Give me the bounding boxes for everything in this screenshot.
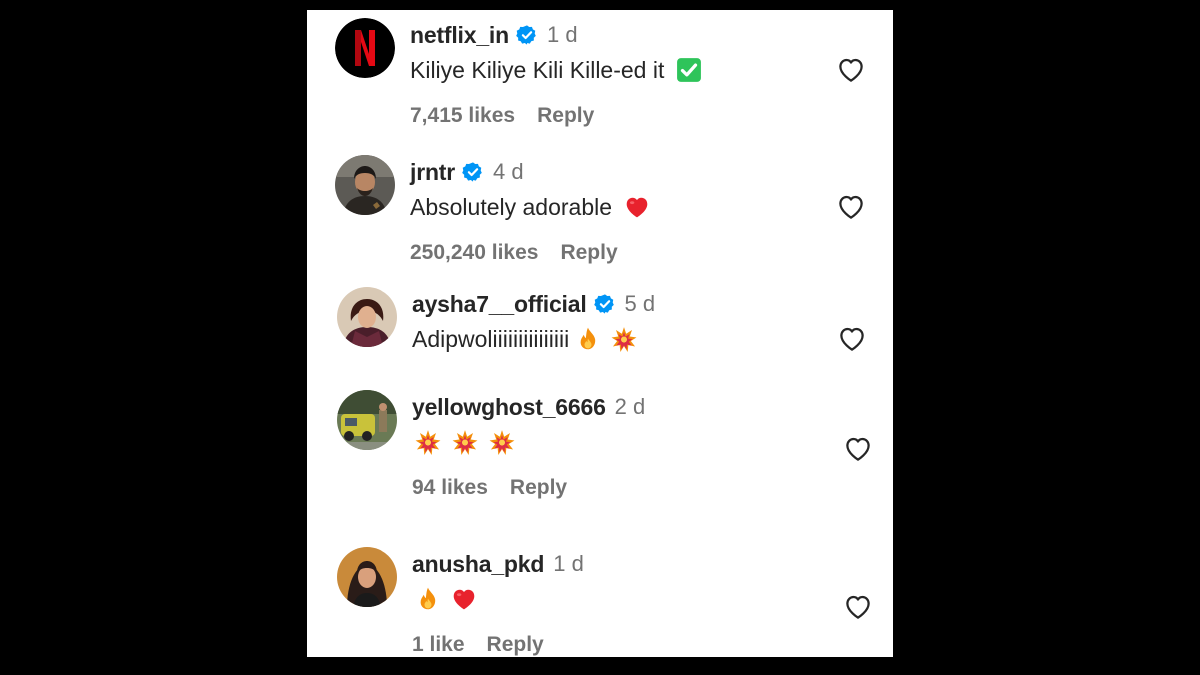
timestamp[interactable]: 2 d (615, 394, 646, 420)
profile-photo-icon (337, 287, 397, 347)
username[interactable]: aysha7__official (412, 291, 587, 318)
comment-header: yellowghost_6666 2 d (412, 393, 645, 421)
likes-count[interactable]: 250,240 likes (410, 241, 538, 265)
comment-meta: 7,415 likes Reply (410, 104, 594, 128)
reply-button[interactable]: Reply (510, 476, 567, 500)
like-heart-icon[interactable] (836, 192, 866, 222)
verified-badge-icon (594, 293, 616, 315)
reply-button[interactable]: Reply (560, 241, 617, 265)
username[interactable]: netflix_in (410, 22, 509, 49)
verified-badge-icon (516, 24, 538, 46)
avatar[interactable] (335, 155, 395, 215)
comment-header: netflix_in 1 d (410, 21, 578, 49)
comment-text-row: Adipwoliiiiiiiiiiiiiii (412, 323, 637, 355)
check-mark-emoji-icon (676, 57, 702, 83)
red-heart-emoji-icon (451, 586, 477, 612)
username[interactable]: anusha_pkd (412, 551, 544, 578)
like-heart-icon[interactable] (836, 55, 866, 85)
like-heart-icon[interactable] (837, 324, 867, 354)
like-heart-icon[interactable] (843, 434, 873, 464)
comment-text: Adipwoliiiiiiiiiiiiiii (412, 325, 570, 352)
username[interactable]: jrntr (410, 159, 455, 186)
timestamp[interactable]: 1 d (547, 22, 578, 48)
comment-text: Kiliye Kiliye Kili Kille-ed it (410, 56, 665, 83)
profile-photo-icon (335, 155, 395, 215)
timestamp[interactable]: 5 d (625, 291, 656, 317)
comment-meta: 94 likes Reply (412, 476, 567, 500)
comment-meta: 1 like Reply (412, 633, 544, 657)
likes-count[interactable]: 1 like (412, 633, 465, 657)
comment-header: anusha_pkd 1 d (412, 550, 584, 578)
avatar[interactable] (337, 287, 397, 347)
timestamp[interactable]: 4 d (493, 159, 524, 185)
username[interactable]: yellowghost_6666 (412, 394, 606, 421)
fire-emoji-icon (415, 586, 441, 612)
likes-count[interactable]: 94 likes (412, 476, 488, 500)
verified-badge-icon (462, 161, 484, 183)
reply-button[interactable]: Reply (487, 633, 544, 657)
likes-count[interactable]: 7,415 likes (410, 104, 515, 128)
fire-emoji-icon (575, 326, 601, 352)
comments-panel: netflix_in 1 d Kiliye Kiliye Kili Kille-… (307, 10, 893, 657)
comment-text: Absolutely adorable (410, 193, 613, 220)
comment-meta: 250,240 likes Reply (410, 241, 618, 265)
collision-emoji-icon (415, 429, 441, 455)
collision-emoji-icon (611, 326, 637, 352)
collision-emoji-icon (452, 429, 478, 455)
red-heart-emoji-icon (624, 194, 650, 220)
comment-header: jrntr 4 d (410, 158, 524, 186)
profile-photo-icon (337, 390, 397, 450)
like-heart-icon[interactable] (843, 592, 873, 622)
comment-text-row: Kiliye Kiliye Kili Kille-ed it (410, 54, 702, 86)
timestamp[interactable]: 1 d (553, 551, 584, 577)
comment-text-row (415, 426, 515, 458)
avatar[interactable] (337, 390, 397, 450)
avatar[interactable] (337, 547, 397, 607)
profile-photo-icon (337, 547, 397, 607)
reply-button[interactable]: Reply (537, 104, 594, 128)
collision-emoji-icon (489, 429, 515, 455)
comment-text-row: Absolutely adorable (410, 191, 650, 223)
comment-text-row (415, 583, 477, 615)
netflix-logo-icon (335, 18, 395, 78)
avatar[interactable] (335, 18, 395, 78)
comment-header: aysha7__official 5 d (412, 290, 655, 318)
